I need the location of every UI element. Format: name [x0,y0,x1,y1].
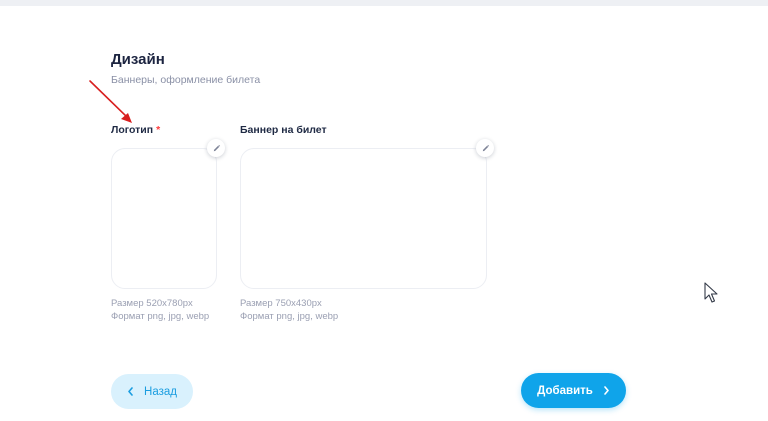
chevron-right-icon [604,386,609,395]
required-mark: * [156,124,161,136]
add-button-label: Добавить [537,384,593,397]
logo-upload-area[interactable] [111,148,217,289]
banner-label: Баннер на билет [240,124,327,136]
chevron-left-icon [128,387,133,396]
banner-format-hint: Формат png, jpg, webp [240,311,339,322]
mouse-cursor-icon [704,282,718,303]
logo-label-text: Логотип [111,124,154,136]
add-button[interactable]: Добавить [521,373,626,408]
banner-upload-area[interactable] [240,148,487,289]
annotation-arrow-icon [89,80,132,123]
logo-format-hint: Формат png, jpg, webp [111,311,210,322]
page-title: Дизайн [111,51,165,68]
top-bar [0,0,768,6]
banner-edit-button[interactable] [476,139,494,157]
banner-size-hint: Размер 750х430px [240,298,322,309]
logo-edit-button[interactable] [207,139,225,157]
back-button[interactable]: Назад [111,374,193,409]
pencil-icon [213,144,220,151]
back-button-label: Назад [144,385,177,398]
logo-label: Логотип * [111,124,160,136]
logo-size-hint: Размер 520х780px [111,298,193,309]
pencil-icon [482,144,489,151]
